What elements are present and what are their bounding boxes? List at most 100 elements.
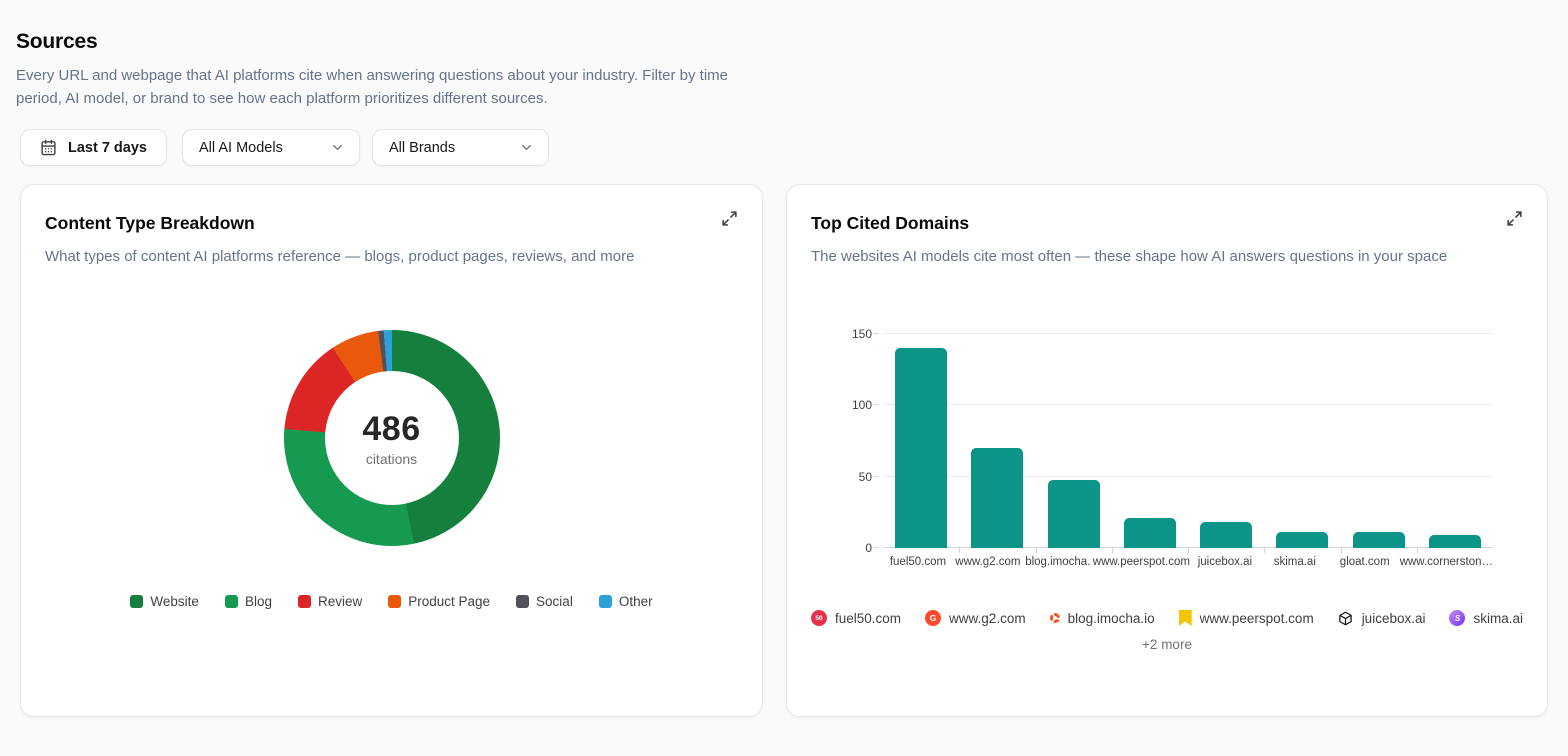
- skima-favicon: S: [1449, 610, 1465, 626]
- x-tickmark: [1341, 548, 1342, 553]
- legend-label: Product Page: [408, 594, 490, 609]
- legend-swatch: [388, 595, 401, 608]
- page-description: Every URL and webpage that AI platforms …: [16, 64, 758, 110]
- y-tickmark: [874, 547, 879, 548]
- x-tickmark: [1112, 548, 1113, 553]
- y-tick-label: 50: [859, 470, 872, 484]
- donut-chart: 486 citations: [284, 330, 500, 546]
- g2-favicon: G: [925, 610, 941, 626]
- domain-legend-item: juicebox.ai: [1338, 610, 1426, 626]
- expand-button[interactable]: [715, 204, 743, 232]
- domain-legend: 50 fuel50.com Gwww.g2.com blog.imocha.io www…: [811, 610, 1523, 626]
- card-title: Top Cited Domains: [811, 213, 1523, 234]
- legend-swatch: [225, 595, 238, 608]
- legend-swatch: [298, 595, 311, 608]
- bar[interactable]: [971, 448, 1023, 548]
- x-axis-label: www.g2.com: [953, 556, 1023, 568]
- domain-label: juicebox.ai: [1362, 611, 1426, 626]
- legend-swatch: [516, 595, 529, 608]
- bar[interactable]: [1353, 532, 1405, 548]
- legend-item: Social: [516, 594, 573, 609]
- bar-slot: [883, 312, 959, 548]
- domain-label: skima.ai: [1473, 611, 1523, 626]
- cards-row: Content Type Breakdown What types of con…: [20, 184, 1548, 717]
- expand-icon: [721, 210, 738, 227]
- brand-value: All Brands: [389, 140, 455, 156]
- domain-label: www.g2.com: [949, 611, 1026, 626]
- x-axis-label: www.peerspot.com: [1093, 556, 1190, 568]
- x-tickmark: [1417, 548, 1418, 553]
- domain-legend-item: Sskima.ai: [1449, 610, 1523, 626]
- card-title: Content Type Breakdown: [45, 213, 738, 234]
- x-axis-label: skima.ai: [1260, 556, 1330, 568]
- x-axis-label: fuel50.com: [883, 556, 953, 568]
- x-axis-labels: fuel50.comwww.g2.comblog.imocha.www.peer…: [883, 556, 1493, 568]
- x-axis-label: blog.imocha.: [1023, 556, 1093, 568]
- y-tick-label: 100: [852, 398, 872, 412]
- domain-legend-item: blog.imocha.io: [1050, 611, 1155, 626]
- date-range-label: Last 7 days: [68, 140, 147, 156]
- more-domains-link[interactable]: +2 more: [811, 637, 1523, 652]
- calendar-icon: [40, 139, 57, 156]
- y-tick-label: 0: [865, 541, 872, 555]
- bar-chart: 050100150: [833, 312, 1493, 548]
- chevron-down-icon: [519, 140, 534, 155]
- domain-label: www.peerspot.com: [1200, 611, 1314, 626]
- bar-slot: [959, 312, 1035, 548]
- card-subtitle: The websites AI models cite most often —…: [811, 246, 1461, 268]
- date-range-filter[interactable]: Last 7 days: [20, 129, 167, 166]
- peerspot-favicon: [1179, 610, 1192, 626]
- legend-label: Other: [619, 594, 653, 609]
- legend-swatch: [599, 595, 612, 608]
- card-subtitle: What types of content AI platforms refer…: [45, 246, 695, 268]
- y-tickmark: [874, 404, 879, 405]
- juicebox-favicon: [1338, 610, 1354, 626]
- brand-select[interactable]: All Brands: [372, 129, 549, 166]
- domain-label: blog.imocha.io: [1068, 611, 1155, 626]
- fuel50-favicon: 50: [811, 610, 827, 626]
- imocha-favicon: [1050, 613, 1060, 623]
- x-tickmark: [959, 548, 960, 553]
- chevron-down-icon: [330, 140, 345, 155]
- legend-item: Product Page: [388, 594, 490, 609]
- filter-bar: Last 7 days All AI Models All Brands: [20, 129, 1568, 166]
- domain-legend-item: www.peerspot.com: [1179, 610, 1314, 626]
- legend-item: Blog: [225, 594, 272, 609]
- bar[interactable]: [1124, 518, 1176, 548]
- ai-model-select[interactable]: All AI Models: [182, 129, 360, 166]
- expand-button[interactable]: [1500, 204, 1528, 232]
- domain-legend-item: Gwww.g2.com: [925, 610, 1026, 626]
- page-header: Sources Every URL and webpage that AI pl…: [0, 0, 1568, 110]
- y-axis: 050100150: [833, 312, 883, 548]
- x-axis-label: gloat.com: [1330, 556, 1400, 568]
- bar-slot: [1036, 312, 1112, 548]
- bar-plot: [883, 312, 1493, 548]
- x-tickmark: [1036, 548, 1037, 553]
- legend-label: Blog: [245, 594, 272, 609]
- legend-label: Review: [318, 594, 362, 609]
- bars-row: [883, 312, 1493, 548]
- content-type-card: Content Type Breakdown What types of con…: [20, 184, 763, 717]
- bar-slot: [1112, 312, 1188, 548]
- legend-label: Website: [150, 594, 199, 609]
- citations-total: 486: [362, 410, 420, 449]
- bar-slot: [1417, 312, 1493, 548]
- bar-slot: [1188, 312, 1264, 548]
- donut-center: 486 citations: [325, 371, 459, 505]
- domain-label: fuel50.com: [835, 611, 901, 626]
- bar[interactable]: [895, 348, 947, 548]
- top-domains-card: Top Cited Domains The websites AI models…: [786, 184, 1548, 717]
- bar[interactable]: [1429, 535, 1481, 548]
- bar[interactable]: [1048, 480, 1100, 548]
- x-tickmark: [1188, 548, 1189, 553]
- citations-label: citations: [366, 451, 417, 467]
- y-tick-label: 150: [852, 327, 872, 341]
- y-tickmark: [874, 476, 879, 477]
- bar[interactable]: [1200, 522, 1252, 548]
- ai-model-value: All AI Models: [199, 140, 283, 156]
- bar[interactable]: [1276, 532, 1328, 548]
- domain-legend-item: 50 fuel50.com: [811, 610, 901, 626]
- legend-swatch: [130, 595, 143, 608]
- x-axis-label: juicebox.ai: [1190, 556, 1260, 568]
- expand-icon: [1506, 210, 1523, 227]
